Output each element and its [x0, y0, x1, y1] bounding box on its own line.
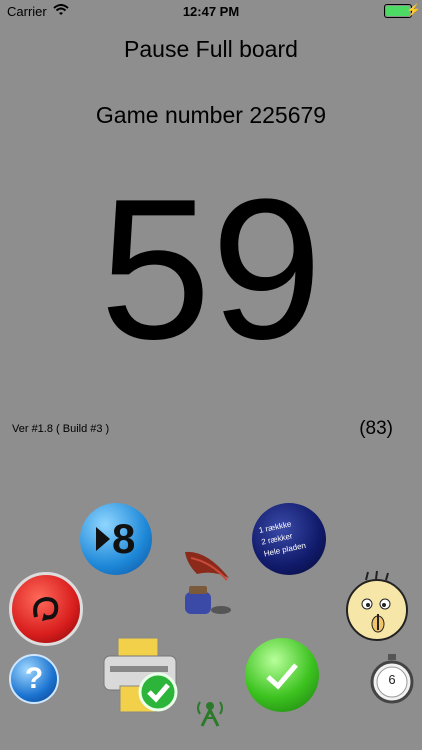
- quill-ink-button[interactable]: [177, 548, 241, 618]
- rows-mode-icon: 1 rækkke 2 rækker Hele pladen: [258, 514, 320, 561]
- confirm-button[interactable]: [245, 638, 319, 712]
- clock: 12:47 PM: [182, 4, 240, 19]
- help-button[interactable]: ?: [9, 654, 59, 704]
- charging-icon: ⚡: [406, 3, 421, 17]
- remaining-count: (83): [359, 418, 393, 439]
- confirm-icon: [266, 663, 298, 690]
- page-title: Pause Full board: [124, 36, 298, 62]
- undo-button[interactable]: [9, 572, 83, 646]
- quill-ink-icon: [185, 551, 231, 614]
- print-icon: [103, 637, 178, 713]
- current-number: 59: [99, 158, 323, 381]
- next-number-button[interactable]: 8: [80, 503, 152, 575]
- next-number-digit: 8: [112, 515, 136, 562]
- status-bar: Carrier 12:47 PM ⚡: [0, 0, 422, 22]
- version-label: Ver #1.8 ( Build #3 ): [12, 423, 110, 435]
- print-button[interactable]: [100, 636, 180, 716]
- help-icon: ?: [24, 662, 44, 695]
- quiet-face-icon: [346, 570, 408, 641]
- game-number-label: Game number 225679: [95, 102, 327, 128]
- red-undo-icon: [33, 596, 59, 621]
- antenna-button[interactable]: [192, 692, 228, 728]
- antenna-icon: [197, 701, 223, 727]
- rows-mode-button[interactable]: 1 rækkke 2 rækker Hele pladen: [252, 503, 326, 575]
- timer-value: 6: [388, 672, 396, 687]
- stopwatch-button[interactable]: 6: [370, 652, 414, 704]
- quiet-face-button[interactable]: [342, 570, 412, 644]
